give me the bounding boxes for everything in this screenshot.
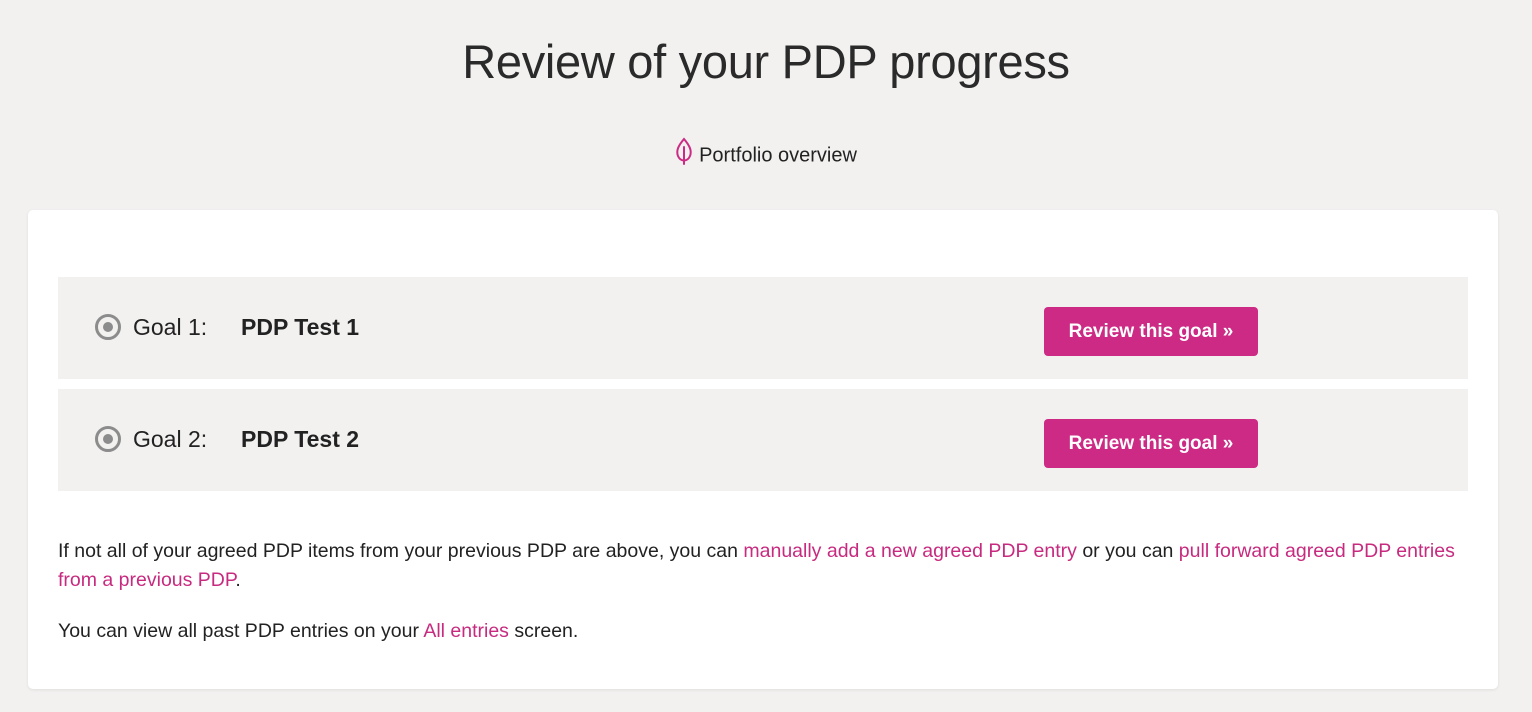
portfolio-overview-link[interactable]: Portfolio overview [0, 137, 1532, 173]
info-text: You can view all past PDP entries on you… [58, 620, 424, 642]
all-entries-info: You can view all past PDP entries on you… [58, 617, 1468, 646]
add-entries-info: If not all of your agreed PDP items from… [58, 537, 1468, 595]
goal-name: PDP Test 1 [241, 314, 360, 340]
review-goal-button[interactable]: Review this goal » [1044, 307, 1258, 356]
goal-row: Goal 1: PDP Test 1 Review this goal » [58, 277, 1468, 379]
leaf-icon [675, 137, 693, 171]
manually-add-entry-link[interactable]: manually add a new agreed PDP entry [743, 540, 1077, 562]
goal-row: Goal 2: PDP Test 2 Review this goal » [58, 389, 1468, 491]
goal-name: PDP Test 2 [241, 426, 360, 452]
info-text: screen. [508, 620, 579, 642]
review-goal-button[interactable]: Review this goal » [1044, 419, 1258, 468]
info-text: or you can [1076, 540, 1179, 562]
info-text: . [235, 569, 241, 591]
radio-icon [95, 314, 121, 340]
portfolio-overview-label: Portfolio overview [699, 144, 857, 167]
goal-label: Goal 2: [133, 426, 208, 452]
goal-label: Goal 1: [133, 314, 208, 340]
radio-icon [95, 426, 121, 452]
all-entries-link[interactable]: All entries [423, 620, 509, 642]
info-text: If not all of your agreed PDP items from… [58, 540, 744, 562]
page-title: Review of your PDP progress [462, 35, 1070, 88]
goals-card: Goal 1: PDP Test 1 Review this goal » Go… [28, 210, 1498, 689]
